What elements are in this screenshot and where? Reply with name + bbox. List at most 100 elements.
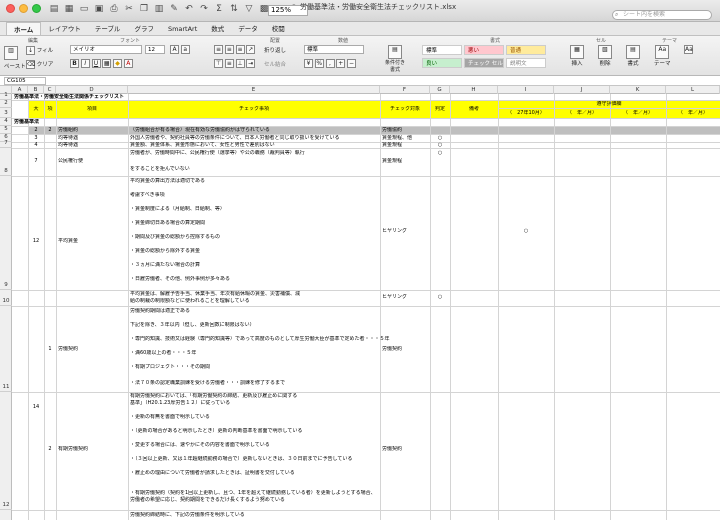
r11-line-1: 有期労働契約においては、「有期労働契約の締結、更新及び雇止めに関する [130,393,298,399]
style-explanatory[interactable]: 説明文 [506,58,546,68]
conditional-format-button[interactable]: ▤ 条件付き書式 [384,45,406,73]
tab-tables[interactable]: テーブル [88,22,128,35]
column-header-l[interactable]: L [666,86,720,94]
font-name-select[interactable]: メイリオ [70,45,142,54]
decimal-increase-icon[interactable]: + [336,59,346,68]
undo-icon[interactable]: ↶ [183,4,195,15]
format-cells-button[interactable]: ▤ 書式 [626,45,640,67]
style-check-cell[interactable]: チェック セル [464,58,504,68]
row-header-5[interactable]: 5 [0,126,12,134]
underline-icon[interactable]: U [91,59,101,68]
insert-cells-button[interactable]: ▦ 挿入 [570,45,584,67]
open-icon[interactable]: ▭ [78,4,90,15]
templates-icon[interactable]: ▦ [63,4,75,15]
minimize-window-button[interactable] [19,4,28,13]
themes-button[interactable]: Aa テーマ [654,45,671,67]
column-header-h[interactable]: H [450,86,498,94]
sheet-search-input[interactable]: ⌕ シート内を検索 [612,10,712,20]
font-shrink-icon[interactable]: a [180,45,190,54]
comma-icon[interactable]: , [325,59,335,68]
zoom-window-button[interactable] [32,4,41,13]
tab-layout[interactable]: レイアウト [41,22,88,35]
border-icon[interactable]: ▦ [102,59,112,68]
tab-formulas[interactable]: 数式 [204,22,231,35]
worksheet[interactable]: 労働基準法・労働安全衛生法関係チェックリスト 大 項 項目 チェック事項 チェッ… [12,94,720,520]
orientation-icon[interactable]: ↗ [246,45,256,54]
percent-icon[interactable]: % [314,59,324,68]
tab-data[interactable]: データ [231,22,265,35]
paste-icon[interactable]: ▥ [153,4,165,15]
column-header-i[interactable]: I [498,86,554,94]
row-header-10[interactable]: 10 [0,290,12,306]
font-color-icon[interactable]: A [123,59,133,68]
column-header-d[interactable]: D [56,86,128,94]
row-header-8[interactable]: 8 [0,148,12,176]
column-header-g[interactable]: G [430,86,450,94]
name-box[interactable]: CG105 [4,77,46,85]
column-header-e[interactable]: E [128,86,380,94]
style-normal[interactable]: 標準 [422,45,462,55]
column-header-b[interactable]: B [28,86,44,94]
row-header-11[interactable]: 11 [0,306,12,392]
column-header-c[interactable]: C [44,86,56,94]
column-headers: A B C D E F G H I J K L [0,86,720,94]
paste-button[interactable]: ▥ ペースト [4,46,26,70]
style-neutral[interactable]: 普通 [506,45,546,55]
row-header-2[interactable]: 2 [0,100,12,108]
align-middle-icon[interactable]: ≡ [224,59,234,68]
sort-icon[interactable]: ⇅ [228,4,240,15]
fill-button[interactable]: ↓ フィル [26,46,53,55]
tab-home[interactable]: ホーム [6,22,42,35]
column-header-j[interactable]: J [554,86,610,94]
align-right-icon[interactable]: ≡ [235,45,245,54]
cut-icon[interactable]: ✂ [123,4,135,15]
align-left-icon[interactable]: ≡ [214,45,223,54]
style-good[interactable]: 良い [422,58,462,68]
r6-item: 均等待遇 [58,142,79,148]
column-header-a[interactable]: A [12,86,28,94]
font-size-select[interactable]: 12 [145,45,165,54]
row-header-4[interactable]: 4 [0,118,12,126]
tab-charts[interactable]: グラフ [127,22,161,35]
r4-item: 労働組約 [58,127,79,133]
theme-fonts-button[interactable]: Aa [684,45,693,54]
number-format-select[interactable]: 標準 [304,45,364,54]
column-header-f[interactable]: F [380,86,430,94]
tab-smartart[interactable]: SmartArt [161,22,204,35]
redo-icon[interactable]: ↷ [198,4,210,15]
clear-button[interactable]: ⌫ クリア [26,60,53,69]
indent-icon[interactable]: ⇥ [246,59,256,68]
row-header-3[interactable]: 3 [0,108,12,118]
bold-icon[interactable]: B [70,59,79,68]
font-grow-icon[interactable]: A [170,45,179,54]
save-icon[interactable]: ▣ [93,4,105,15]
ribbon-tabs: ホーム レイアウト テーブル グラフ SmartArt 数式 データ 校閲 [0,22,720,36]
format-painter-icon[interactable]: ✎ [168,4,180,15]
fill-color-icon[interactable]: ◆ [113,59,122,68]
r11-target: 労働契約 [382,446,403,452]
tab-review[interactable]: 校閲 [265,22,292,35]
column-header-k[interactable]: K [610,86,666,94]
insert-label: 挿入 [571,61,583,67]
copy-icon[interactable]: ❐ [138,4,150,15]
row-header-12[interactable]: 12 [0,392,12,510]
align-center-icon[interactable]: ≡ [224,45,234,54]
conditional-format-icon: ▤ [388,45,402,59]
row-header-9[interactable]: 9 [0,176,12,290]
decimal-decrease-icon[interactable]: − [347,59,356,68]
style-bad[interactable]: 悪い [464,45,504,55]
merge-cells-button[interactable]: セル結合 [264,60,286,68]
new-document-icon[interactable]: ▤ [48,4,60,15]
close-window-button[interactable] [6,4,15,13]
r5-no: 3 [34,135,38,141]
insert-cells-icon: ▦ [570,45,584,59]
print-icon[interactable]: ⎙ [108,4,120,15]
delete-cells-button[interactable]: ▧ 削除 [598,45,612,67]
currency-icon[interactable]: ¥ [304,59,313,68]
italic-icon[interactable]: I [80,59,90,68]
autosum-icon[interactable]: Σ [213,4,225,15]
align-top-icon[interactable]: ⊤ [214,59,223,68]
align-bottom-icon[interactable]: ⊥ [235,59,245,68]
wrap-text-button[interactable]: 折り返し [264,46,286,54]
filter-icon[interactable]: ▽ [243,4,255,15]
